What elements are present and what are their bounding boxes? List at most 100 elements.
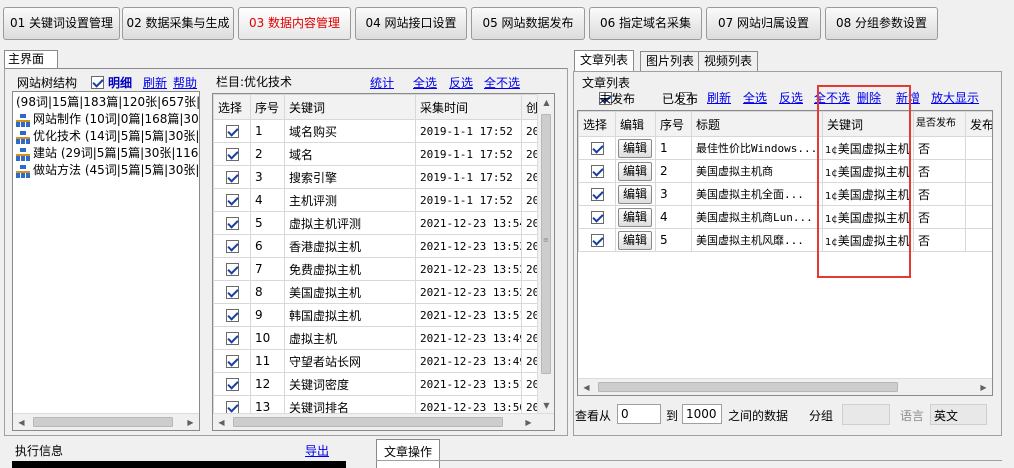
tab-image-list[interactable]: 图片列表 [640,51,701,71]
scroll-left-icon[interactable]: ◀ [13,414,30,430]
row-checkbox[interactable] [590,234,604,247]
edit-button[interactable]: 编辑 [618,161,653,181]
row-checkbox[interactable] [225,194,239,207]
row-checkbox[interactable] [590,142,604,155]
language-select[interactable]: 英文 [930,404,987,425]
tree-item[interactable]: 优化技术 (14词|5篇|5篇|30张| [16,128,199,145]
row-checkbox[interactable] [225,309,239,322]
table-row[interactable]: 6 香港虚拟主机 2021-12-23 13:53 201 [213,234,554,258]
edit-button[interactable]: 编辑 [618,184,653,204]
table-row[interactable]: 9 韩国虚拟主机 2021-12-23 13:51 201 [213,303,554,327]
table-row[interactable]: 10 虚拟主机 2021-12-23 13:49 201 [213,326,554,350]
tab-article-list[interactable]: 文章列表 [574,50,635,72]
edit-button[interactable]: 编辑 [618,230,653,250]
table-row[interactable]: 编辑 1 最佳性价比Windows... 1¢美国虚拟主机否 [578,136,992,160]
row-checkbox[interactable] [225,217,239,230]
article-header-cell[interactable]: 序号 [655,111,692,137]
table-row[interactable]: 1 域名购买 2019-1-1 17:52 201 [213,119,554,143]
article-invert-link[interactable]: 反选 [779,89,803,106]
to-input[interactable] [682,404,722,424]
tree-item[interactable]: 建站 (29词|5篇|5篇|30张|116 [16,145,199,162]
table-row[interactable]: 7 免费虚拟主机 2021-12-23 13:52 201 [213,257,554,281]
export-link[interactable]: 导出 [305,442,329,459]
article-refresh-link[interactable]: 刷新 [707,89,731,106]
top-tab-1[interactable]: 01 关键词设置管理 [3,7,120,40]
scroll-up-icon[interactable]: ▲ [538,94,554,111]
table-row[interactable]: 3 搜索引擎 2019-1-1 17:52 201 [213,165,554,189]
kw-deselect-link[interactable]: 全不选 [484,74,520,91]
scroll-thumb[interactable] [33,417,173,427]
edit-button[interactable]: 编辑 [618,138,653,158]
scroll-thumb[interactable] [233,417,503,427]
tree-h-scrollbar[interactable]: ◀ ▶ [13,413,199,430]
top-tab-7[interactable]: 07 网站归属设置 [706,7,821,40]
from-input[interactable] [617,404,661,424]
scroll-right-icon[interactable]: ▶ [182,414,199,430]
table-row[interactable]: 11 守望者站长网 2021-12-23 13:49 201 [213,349,554,373]
table-row[interactable]: 12 关键词密度 2021-12-23 13:51 201 [213,372,554,396]
detail-checkbox[interactable] [91,76,104,89]
article-header-cell[interactable]: 编辑 [615,111,656,137]
row-checkbox[interactable] [225,125,239,138]
tree-item[interactable]: 网站制作 (10词|0篇|168篇|30 [16,111,199,128]
article-header-cell[interactable]: 选择 [578,111,616,137]
table-row[interactable]: 编辑 4 美国虚拟主机商Lun... 1¢美国虚拟主机否 [578,205,992,229]
table-row[interactable]: 编辑 2 美国虚拟主机商 1¢美国虚拟主机否 [578,159,992,183]
row-checkbox[interactable] [590,165,604,178]
article-header-cell[interactable]: 发布 [965,111,992,137]
row-checkbox[interactable] [225,355,239,368]
row-number: 3 [655,182,692,206]
kw-v-scrollbar[interactable]: ▲ ≡ ▼ [537,94,554,414]
article-select-all-link[interactable]: 全选 [743,89,767,106]
tree-item[interactable]: 做站方法 (45词|5篇|5篇|30张| [16,162,199,179]
stats-link[interactable]: 统计 [370,74,394,91]
kw-header-cell[interactable]: 序号 [250,94,285,120]
row-checkbox[interactable] [590,211,604,224]
scroll-right-icon[interactable]: ▶ [975,379,992,395]
kw-header-cell[interactable]: 采集时间 [415,94,522,120]
row-checkbox[interactable] [590,188,604,201]
group-select[interactable] [842,404,890,425]
row-checkbox[interactable] [225,240,239,253]
kw-h-scrollbar[interactable]: ◀ ▶ [213,413,554,430]
row-checkbox[interactable] [225,171,239,184]
tab-video-list[interactable]: 视频列表 [698,51,759,71]
scroll-right-icon[interactable]: ▶ [520,414,537,430]
article-header-cell[interactable]: 是否发布 [913,111,966,137]
kw-invert-link[interactable]: 反选 [449,74,473,91]
top-tab-4[interactable]: 04 网站接口设置 [355,7,467,40]
kw-select-all-link[interactable]: 全选 [413,74,437,91]
scroll-thumb[interactable] [598,382,898,392]
kw-header-cell[interactable]: 选择 [213,94,251,120]
tab-article-ops[interactable]: 文章操作 [376,439,441,468]
top-tab-6[interactable]: 06 指定域名采集 [589,7,702,40]
table-row[interactable]: 编辑 3 美国虚拟主机全面... 1¢美国虚拟主机否 [578,182,992,206]
edit-button[interactable]: 编辑 [618,207,653,227]
article-h-scrollbar[interactable]: ◀ ▶ [578,378,992,395]
article-header-cell[interactable]: 标题 [691,111,823,137]
table-row[interactable]: 编辑 5 美国虚拟主机风靡... 1¢美国虚拟主机否 [578,228,992,252]
scroll-left-icon[interactable]: ◀ [578,379,595,395]
top-tab-2[interactable]: 02 数据采集与生成 [122,7,234,40]
zoom-link[interactable]: 放大显示 [931,89,979,106]
row-checkbox[interactable] [225,378,239,391]
row-checkbox[interactable] [225,286,239,299]
top-tab-3[interactable]: 03 数据内容管理 [238,7,351,40]
table-row[interactable]: 8 美国虚拟主机 2021-12-23 13:52 201 [213,280,554,304]
table-row[interactable]: 5 虚拟主机评测 2021-12-23 13:54 201 [213,211,554,235]
table-row[interactable]: 2 域名 2019-1-1 17:52 201 [213,142,554,166]
row-checkbox[interactable] [225,148,239,161]
tree-root[interactable]: (98词|15篇|183篇|120张|657张|8 [16,94,199,111]
main-tab[interactable]: 主界面 [4,50,58,68]
top-tab-5[interactable]: 05 网站数据发布 [471,7,585,40]
table-row[interactable]: 4 主机评测 2019-1-1 17:52 201 [213,188,554,212]
row-checkbox[interactable] [225,263,239,276]
top-tab-8[interactable]: 08 分组参数设置 [825,7,938,40]
row-checkbox[interactable] [225,332,239,345]
scroll-down-icon[interactable]: ▼ [538,397,554,414]
tree-help-link[interactable]: 帮助 [173,74,197,91]
tree-refresh-link[interactable]: 刷新 [143,74,167,91]
scroll-thumb[interactable] [541,114,551,374]
scroll-left-icon[interactable]: ◀ [213,414,230,430]
kw-header-cell[interactable]: 关键词 [284,94,416,120]
